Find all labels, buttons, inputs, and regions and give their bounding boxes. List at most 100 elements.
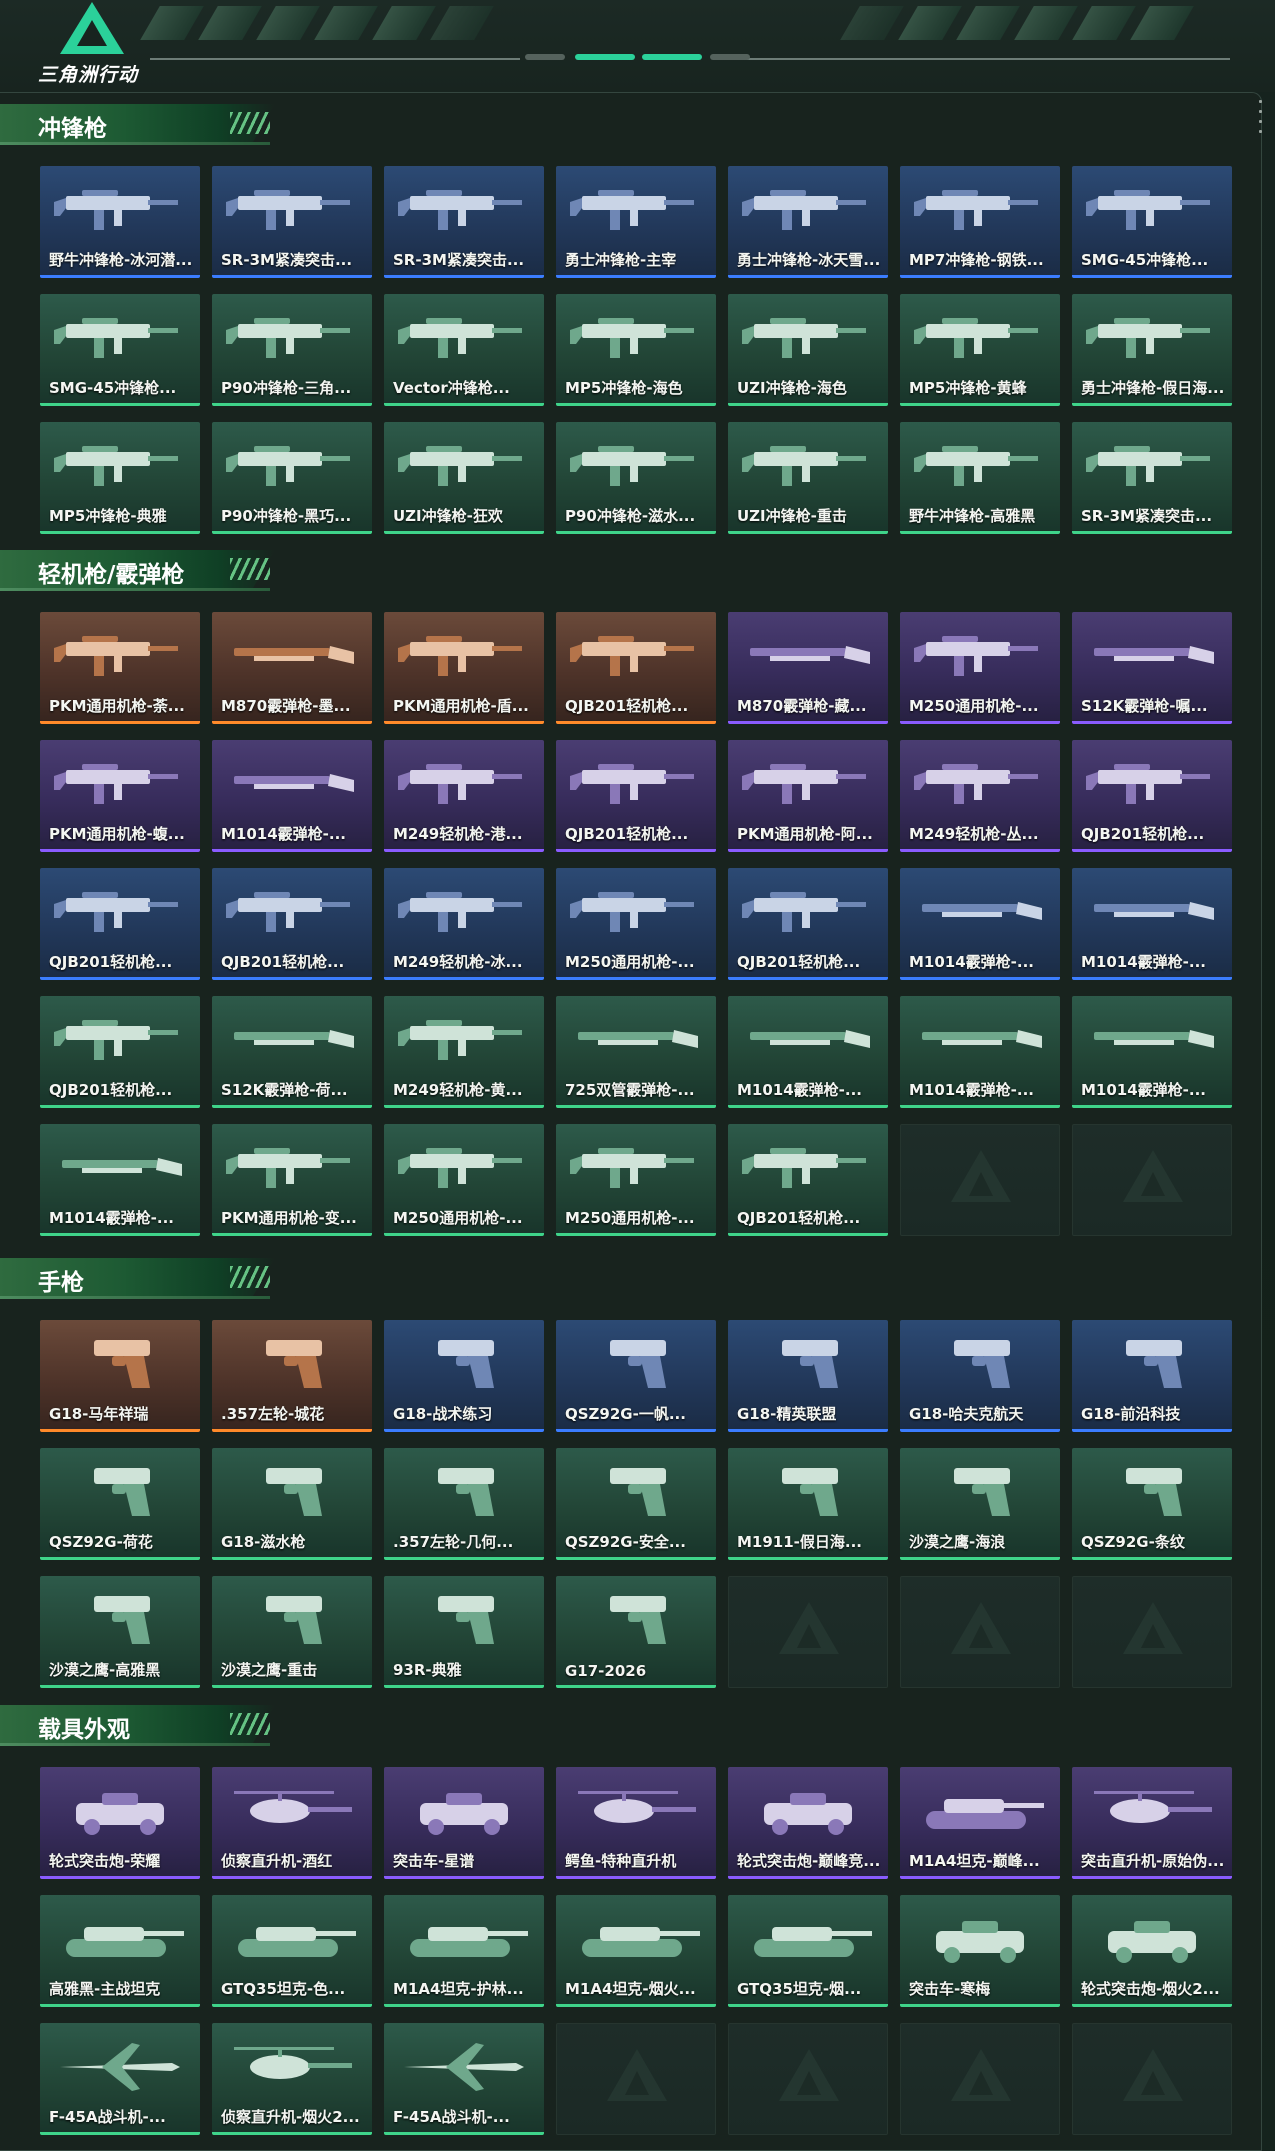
item-card[interactable]: SMG-45冲锋枪... [1072,166,1232,278]
item-card[interactable]: G18-滋水枪 [212,1448,372,1560]
item-card[interactable]: M1014霰弹枪-... [728,996,888,1108]
item-card[interactable]: M870霰弹枪-墨... [212,612,372,724]
item-card[interactable]: GTQ35坦克-烟... [728,1895,888,2007]
item-card[interactable]: 93R-典雅 [384,1576,544,1688]
item-card[interactable]: M250通用机枪-... [556,1124,716,1236]
section-title: 冲锋枪 [38,116,107,142]
item-card[interactable]: 高雅黑-主战坦克 [40,1895,200,2007]
item-card[interactable]: SR-3M紧凑突击... [212,166,372,278]
item-card[interactable]: M1014霰弹枪-... [1072,996,1232,1108]
item-card[interactable]: MP5冲锋枪-海色 [556,294,716,406]
item-card[interactable]: SR-3M紧凑突击... [384,166,544,278]
item-card[interactable]: QSZ92G-条纹 [1072,1448,1232,1560]
item-card[interactable]: M1014霰弹枪-... [40,1124,200,1236]
item-card[interactable]: QJB201轻机枪... [556,612,716,724]
rarity-bar [728,849,888,852]
more-options-icon[interactable] [1259,100,1263,160]
item-card[interactable]: M250通用机枪-... [900,612,1060,724]
item-card[interactable]: M1014霰弹枪-... [1072,868,1232,980]
item-card[interactable]: 轮式突击炮-荣耀 [40,1767,200,1879]
item-card[interactable]: .357左轮-城花 [212,1320,372,1432]
item-card[interactable]: M249轻机枪-丛... [900,740,1060,852]
item-card[interactable]: M249轻机枪-冰... [384,868,544,980]
smg-icon [224,432,360,496]
item-card[interactable]: QJB201轻机枪... [556,740,716,852]
item-card[interactable]: 鳄鱼-特种直升机 [556,1767,716,1879]
item-card[interactable]: 勇士冲锋枪-主宰 [556,166,716,278]
item-card[interactable]: PKM通用机枪-盾... [384,612,544,724]
rarity-bar [1072,849,1232,852]
item-card[interactable]: F-45A战斗机-... [384,2023,544,2135]
empty-slot [556,2023,716,2135]
item-card[interactable]: 沙漠之鹰-海浪 [900,1448,1060,1560]
item-card[interactable]: 轮式突击炮-巅峰竞... [728,1767,888,1879]
item-card[interactable]: QJB201轻机枪... [728,868,888,980]
item-card[interactable]: S12K霰弹枪-荷... [212,996,372,1108]
item-card[interactable]: M1911-假日海... [728,1448,888,1560]
item-card[interactable]: M250通用机枪-... [384,1124,544,1236]
item-card[interactable]: QJB201轻机枪... [212,868,372,980]
item-card[interactable]: 轮式突击炮-烟火2... [1072,1895,1232,2007]
item-card[interactable]: M249轻机枪-黄... [384,996,544,1108]
item-card[interactable]: G18-前沿科技 [1072,1320,1232,1432]
item-card[interactable]: 725双管霰弹枪-... [556,996,716,1108]
item-card[interactable]: G18-精英联盟 [728,1320,888,1432]
item-card[interactable]: QSZ92G-一帆... [556,1320,716,1432]
item-card[interactable]: PKM通用机枪-阿... [728,740,888,852]
item-card[interactable]: UZI冲锋枪-狂欢 [384,422,544,534]
item-card[interactable]: 突击车-星谱 [384,1767,544,1879]
item-card[interactable]: M250通用机枪-... [556,868,716,980]
item-card[interactable]: P90冲锋枪-三角... [212,294,372,406]
item-card[interactable]: QSZ92G-荷花 [40,1448,200,1560]
item-card[interactable]: M1A4坦克-烟火... [556,1895,716,2007]
item-card[interactable]: .357左轮-几何... [384,1448,544,1560]
item-card[interactable]: PKM通用机枪-变... [212,1124,372,1236]
item-card[interactable]: F-45A战斗机-... [40,2023,200,2135]
item-card[interactable]: G17-2026 [556,1576,716,1688]
item-card[interactable]: SMG-45冲锋枪... [40,294,200,406]
item-card[interactable]: G18-马年祥瑞 [40,1320,200,1432]
item-card[interactable]: 勇士冲锋枪-假日海... [1072,294,1232,406]
item-card[interactable]: SR-3M紧凑突击... [1072,422,1232,534]
item-card[interactable]: 野牛冲锋枪-高雅黑 [900,422,1060,534]
item-card[interactable]: S12K霰弹枪-嘱... [1072,612,1232,724]
item-card[interactable]: 侦察直升机-酒红 [212,1767,372,1879]
item-card[interactable]: M1A4坦克-巅峰... [900,1767,1060,1879]
item-card[interactable]: 勇士冲锋枪-冰天雪... [728,166,888,278]
item-card[interactable]: UZI冲锋枪-重击 [728,422,888,534]
item-card[interactable]: QSZ92G-安全... [556,1448,716,1560]
item-card[interactable]: QJB201轻机枪... [40,996,200,1108]
item-card[interactable]: PKM通用机枪-荼... [40,612,200,724]
smg-icon [396,176,532,240]
item-label: SR-3M紧凑突击... [393,251,525,269]
item-card[interactable]: M1014霰弹枪-... [212,740,372,852]
item-card[interactable]: Vector冲锋枪... [384,294,544,406]
item-card[interactable]: QJB201轻机枪... [1072,740,1232,852]
rarity-bar [556,531,716,534]
item-card[interactable]: M1014霰弹枪-... [900,868,1060,980]
item-card[interactable]: G18-哈夫克航天 [900,1320,1060,1432]
item-card[interactable]: 突击车-寒梅 [900,1895,1060,2007]
item-card[interactable]: 沙漠之鹰-重击 [212,1576,372,1688]
item-card[interactable]: M1A4坦克-护林... [384,1895,544,2007]
item-card[interactable]: QJB201轻机枪... [728,1124,888,1236]
item-card[interactable]: 沙漠之鹰-高雅黑 [40,1576,200,1688]
item-card[interactable]: M249轻机枪-港... [384,740,544,852]
item-card[interactable]: M1014霰弹枪-... [900,996,1060,1108]
item-card[interactable]: 突击直升机-原始伪... [1072,1767,1232,1879]
item-card[interactable]: MP5冲锋枪-典雅 [40,422,200,534]
item-card[interactable]: GTQ35坦克-色... [212,1895,372,2007]
item-card[interactable]: 侦察直升机-烟火2... [212,2023,372,2135]
item-card[interactable]: M870霰弹枪-藏... [728,612,888,724]
rarity-bar [212,2132,372,2135]
item-card[interactable]: QJB201轻机枪... [40,868,200,980]
item-card[interactable]: P90冲锋枪-滋水... [556,422,716,534]
item-card[interactable]: MP5冲锋枪-黄蜂 [900,294,1060,406]
item-card[interactable]: MP7冲锋枪-钢铁... [900,166,1060,278]
item-card[interactable]: UZI冲锋枪-海色 [728,294,888,406]
item-card[interactable]: 野牛冲锋枪-冰河潜... [40,166,200,278]
rarity-bar [40,1233,200,1236]
item-card[interactable]: G18-战术练习 [384,1320,544,1432]
item-card[interactable]: P90冲锋枪-黑巧... [212,422,372,534]
item-card[interactable]: PKM通用机枪-蝮... [40,740,200,852]
